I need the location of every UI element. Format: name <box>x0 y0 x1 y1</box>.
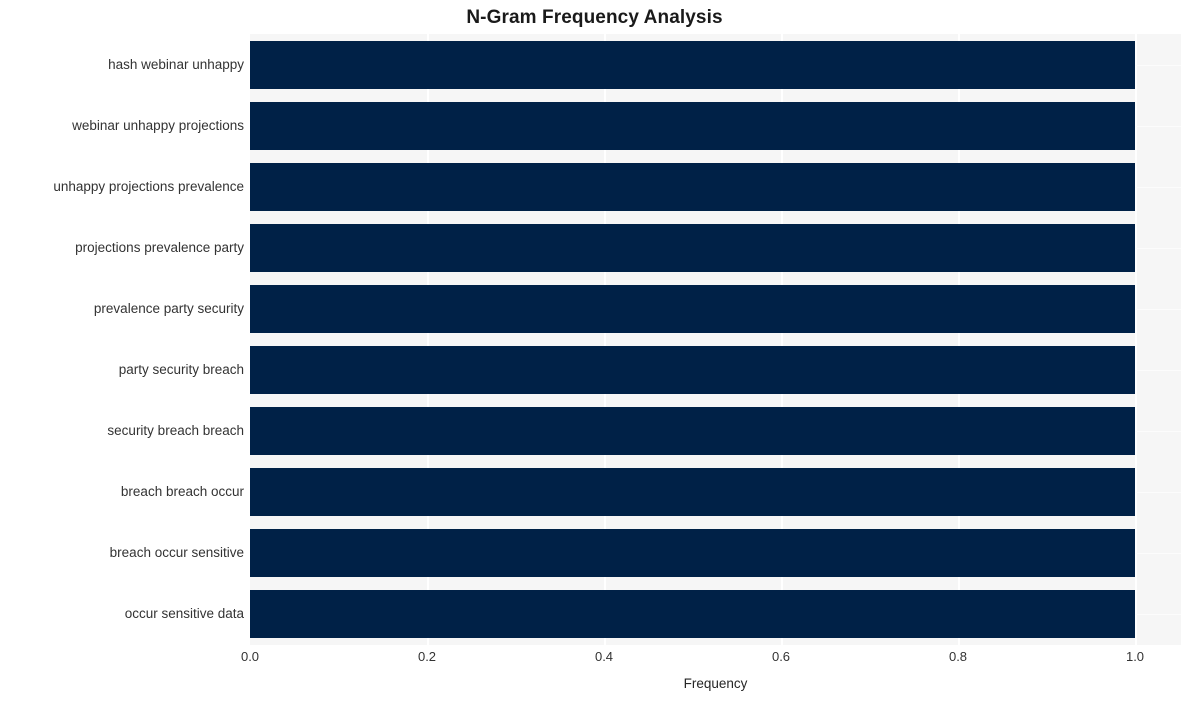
y-axis-tick-labels: hash webinar unhappy webinar unhappy proj… <box>0 34 244 645</box>
y-axis-tick-label: occur sensitive data <box>124 606 244 622</box>
ngram-frequency-chart-figure: N-Gram Frequency Analysis hash webinar u… <box>0 0 1189 701</box>
bar[interactable] <box>250 162 1135 211</box>
bar[interactable] <box>250 223 1135 272</box>
y-axis-tick-label: party security breach <box>118 362 244 378</box>
chart-title: N-Gram Frequency Analysis <box>466 7 723 28</box>
x-axis-tick-label: 0.4 <box>594 649 614 664</box>
plot-area <box>250 34 1181 645</box>
bar[interactable] <box>250 590 1135 639</box>
y-axis-tick-label: hash webinar unhappy <box>108 56 244 72</box>
bar[interactable] <box>250 40 1135 89</box>
x-axis-tick-label: 0.6 <box>771 649 791 664</box>
y-axis-tick-label: prevalence party security <box>93 300 244 316</box>
x-axis-tick-label: 0.8 <box>948 649 968 664</box>
bar[interactable] <box>250 468 1135 517</box>
bar[interactable] <box>250 284 1135 333</box>
y-axis-tick-label: security breach breach <box>107 423 244 439</box>
y-axis-tick-label: unhappy projections prevalence <box>53 178 244 194</box>
y-axis-tick-label: breach occur sensitive <box>109 545 244 561</box>
y-axis-tick-label: webinar unhappy projections <box>72 117 244 133</box>
bars-layer <box>250 34 1181 645</box>
x-axis-tick-label: 0.0 <box>240 649 260 664</box>
bar[interactable] <box>250 346 1135 395</box>
x-axis-title: Frequency <box>683 676 748 691</box>
y-axis-tick-label: breach breach occur <box>120 484 244 500</box>
bar[interactable] <box>250 101 1135 150</box>
x-axis-tick-label: 0.2 <box>417 649 437 664</box>
x-axis-tick-labels: 0.0 0.2 0.4 0.6 0.8 1.0 <box>0 649 1189 669</box>
bar[interactable] <box>250 529 1135 578</box>
bar[interactable] <box>250 407 1135 456</box>
x-axis-tick-label: 1.0 <box>1125 649 1145 664</box>
y-axis-tick-label: projections prevalence party <box>75 239 244 255</box>
